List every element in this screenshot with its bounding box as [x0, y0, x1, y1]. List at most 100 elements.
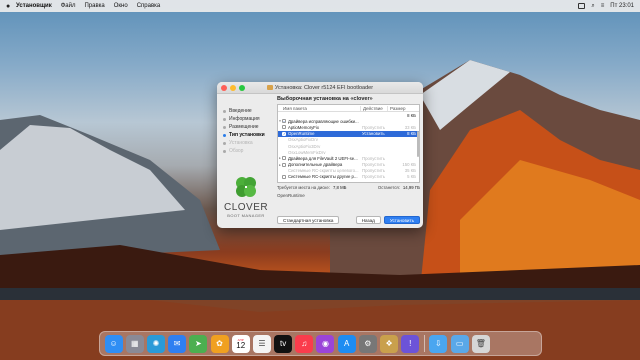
- mail-icon[interactable]: ✉: [168, 334, 187, 353]
- package-name: OsxAptioFixDrv: [288, 137, 318, 143]
- installer-content: Выборочная установка на «clover» Имя пак…: [276, 94, 423, 228]
- airplay-icon[interactable]: [578, 3, 586, 9]
- package-name-cell: ▾ – Драйвера исправляющие ошибки...: [278, 119, 360, 124]
- menu-file[interactable]: Файл: [61, 3, 76, 9]
- control-center-icon[interactable]: ≡: [601, 3, 605, 9]
- installer-steps-sidebar: Введение Информация Размещение Тип установк…: [217, 94, 275, 228]
- launchpad-icon[interactable]: ▦: [125, 334, 144, 353]
- app-store-icon[interactable]: A: [337, 334, 356, 353]
- package-name-cell: OsxLowMemFixDrv: [278, 150, 360, 155]
- package-action: Пропустить: [362, 162, 386, 168]
- column-size[interactable]: Размер: [387, 105, 419, 111]
- package-size: 150 КБ: [402, 162, 416, 168]
- package-checkbox[interactable]: [282, 162, 286, 167]
- package-checkbox[interactable]: [282, 156, 286, 161]
- disk-space-info: Требуется места на диске: 7,8 МБ Останет…: [277, 185, 420, 190]
- table-row[interactable]: ▸ Дополнительные драйвера Пропустить 150 КБ: [278, 162, 419, 168]
- package-checkbox[interactable]: [282, 174, 286, 179]
- table-row[interactable]: AptioMemoryFix Пропустить 33 КБ: [278, 124, 419, 130]
- finder-icon[interactable]: ☺: [104, 334, 123, 353]
- menubar-clock[interactable]: Пт 23:01: [610, 3, 634, 9]
- package-checkbox[interactable]: –: [282, 119, 286, 124]
- menu-window[interactable]: Окно: [114, 3, 128, 9]
- preview-icon[interactable]: ▭: [450, 334, 469, 353]
- package-checkbox[interactable]: [282, 125, 286, 130]
- step-bullet-icon: [223, 117, 226, 121]
- menu-app[interactable]: Установщик: [16, 3, 52, 9]
- package-name: OsxAptioFix3Drv: [288, 143, 321, 149]
- maps-icon[interactable]: ➤: [189, 334, 208, 353]
- podcasts-icon[interactable]: ◉: [316, 334, 335, 353]
- step-bullet-icon: [223, 149, 226, 153]
- reminders-icon[interactable]: ☰: [252, 334, 271, 353]
- window-titlebar[interactable]: Установка: Clover r5124 EFI bootloader: [217, 82, 423, 94]
- menu-help[interactable]: Справка: [137, 3, 161, 9]
- column-action[interactable]: Действие: [360, 105, 387, 111]
- package-name-cell: AptioMemoryFix: [278, 125, 360, 130]
- install-step: Размещение: [223, 123, 275, 131]
- clover-logo: CLOVER BOOT MANAGER: [224, 174, 268, 218]
- package-icon: [266, 84, 273, 90]
- table-row[interactable]: ✓ OpenRuntime Установить 8 КБ: [278, 130, 419, 137]
- safari-icon[interactable]: ✺: [146, 334, 165, 353]
- system-preferences-icon[interactable]: ⚙: [358, 334, 377, 353]
- package-name-cell: ▸ Дополнительные драйвера: [278, 162, 360, 167]
- dock-glyph: ➤: [194, 339, 202, 348]
- package-size: 5 КБ: [407, 174, 416, 180]
- step-bullet-icon: [223, 133, 226, 137]
- menu-edit[interactable]: Правка: [84, 3, 104, 9]
- step-bullet-icon: [223, 141, 226, 145]
- package-size: 8 КБ: [407, 131, 416, 137]
- package-name-cell: ✓ OpenRuntime: [278, 131, 360, 136]
- apple-menu-icon[interactable]: ●: [6, 3, 16, 10]
- close-button[interactable]: [221, 84, 227, 91]
- feedback-icon[interactable]: !: [401, 334, 420, 353]
- package-name: OpenRuntime: [288, 131, 315, 137]
- install-step: Введение: [223, 107, 275, 115]
- music-icon[interactable]: ♫: [295, 334, 314, 353]
- install-step: Информация: [223, 115, 275, 123]
- back-button[interactable]: Назад: [355, 216, 381, 224]
- package-action: Пропустить: [362, 155, 386, 161]
- calendar-icon[interactable]: АПР 12: [231, 334, 250, 353]
- package-name-cell: OsxAptioFixDrv: [278, 137, 360, 142]
- space-left-label: Останется:: [377, 185, 400, 190]
- package-size: 8 КБ: [407, 112, 416, 118]
- scrollbar-thumb[interactable]: [416, 131, 419, 157]
- install-step: Обзор: [223, 147, 275, 155]
- package-checkbox[interactable]: ✓: [282, 131, 286, 136]
- dock-glyph: ✿: [216, 339, 223, 348]
- space-required-value: 7,8 МБ: [332, 185, 347, 190]
- dock-glyph: 🗑: [475, 339, 486, 348]
- package-description: OpenRuntime: [277, 193, 305, 198]
- standard-install-button[interactable]: Стандартная установка: [277, 216, 340, 224]
- install-button[interactable]: Установить: [383, 216, 420, 224]
- table-scrollbar[interactable]: [416, 113, 419, 173]
- downloads-folder-icon[interactable]: ⇩: [429, 334, 448, 353]
- tv-icon[interactable]: tv: [274, 334, 293, 353]
- step-label: Введение: [229, 108, 252, 114]
- trash-icon[interactable]: 🗑: [471, 334, 490, 353]
- window-title: Установка: Clover r5124 EFI bootloader: [217, 85, 423, 91]
- table-row[interactable]: Системные RC-скрипты другие р... Пропусти…: [278, 174, 419, 180]
- dock-glyph: ☰: [258, 339, 266, 348]
- zoom-button[interactable]: [239, 84, 245, 91]
- photos-icon[interactable]: ✿: [210, 334, 229, 353]
- clover-tagline: BOOT MANAGER: [227, 213, 265, 218]
- package-action: Установить: [362, 131, 385, 137]
- dock-glyph: !: [409, 339, 412, 348]
- search-icon[interactable]: ⌕: [591, 3, 594, 10]
- installer-icon[interactable]: ❖: [380, 334, 399, 353]
- dock-glyph: ✉: [173, 339, 181, 348]
- menu-bar: ● Установщик Файл Правка Окно Справка ⌕ …: [0, 0, 640, 12]
- dock-glyph: ◉: [321, 339, 329, 348]
- package-size: 35 КБ: [404, 168, 416, 174]
- dock-glyph: ⇩: [435, 339, 442, 348]
- minimize-button[interactable]: [230, 84, 236, 91]
- package-table[interactable]: Имя пакета Действие Размер 8 КБ ▾ – Драйвер…: [277, 104, 420, 183]
- dock-glyph: A: [343, 339, 350, 348]
- table-row[interactable]: Системные RC-скрипты целевого... Пропусти…: [278, 168, 419, 174]
- package-name: OsxLowMemFixDrv: [288, 149, 326, 155]
- button-row: Стандартная установка Назад Установить: [277, 216, 420, 224]
- column-package-name[interactable]: Имя пакета: [278, 106, 360, 111]
